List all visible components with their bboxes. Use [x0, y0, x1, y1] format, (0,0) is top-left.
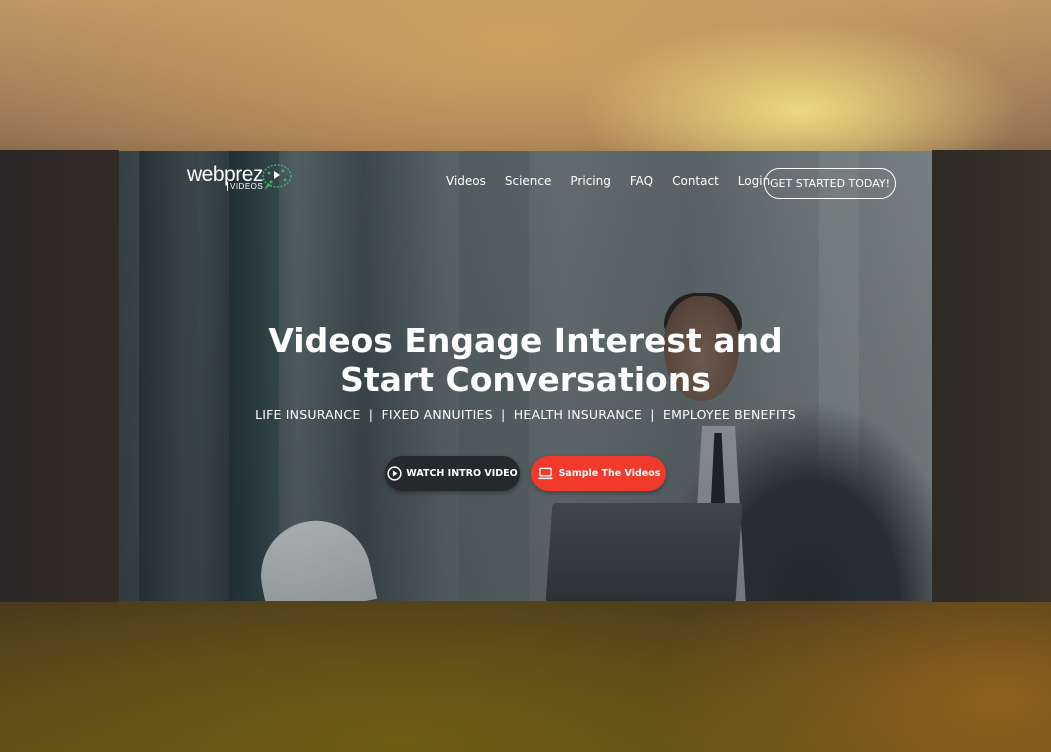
play-circle-icon [387, 466, 402, 481]
backdrop-left [0, 150, 119, 602]
hero-headline-line1: Videos Engage Interest and [268, 321, 783, 360]
brain-play-icon [262, 164, 292, 190]
sample-videos-button[interactable]: Sample The Videos [531, 456, 666, 491]
watch-intro-video-button[interactable]: WATCH INTRO VIDEO [385, 456, 520, 491]
nav-science[interactable]: Science [505, 174, 552, 188]
backdrop-right [932, 150, 1051, 602]
logo-subtext: VIDEOS [227, 182, 263, 191]
sample-videos-label: Sample The Videos [558, 468, 661, 479]
laptop-icon [537, 467, 553, 480]
hero-section: webprez VIDEOS Videos Science Pricing FA… [119, 151, 932, 601]
nav-videos[interactable]: Videos [446, 174, 486, 188]
site-logo[interactable]: webprez VIDEOS [187, 163, 297, 195]
nav-pricing[interactable]: Pricing [570, 174, 610, 188]
hero-subline: LIFE INSURANCE | FIXED ANNUITIES | HEALT… [255, 407, 796, 422]
nav-faq[interactable]: FAQ [630, 174, 653, 188]
main-nav: Videos Science Pricing FAQ Contact Login [446, 174, 789, 188]
nav-contact[interactable]: Contact [672, 174, 719, 188]
get-started-button[interactable]: GET STARTED TODAY! [764, 168, 896, 199]
hero-headline: Videos Engage Interest and Start Convers… [119, 321, 932, 399]
hero-headline-line2: Start Conversations [340, 360, 711, 399]
watch-intro-video-label: WATCH INTRO VIDEO [406, 468, 518, 479]
